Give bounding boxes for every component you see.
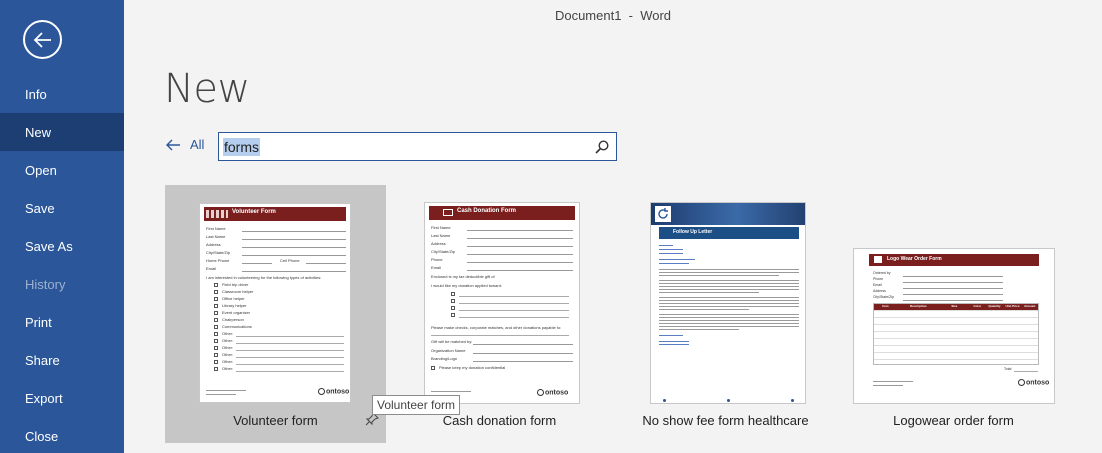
template-header-title: Volunteer Form xyxy=(232,209,276,215)
template-tooltip: Volunteer form xyxy=(372,395,461,415)
contoso-logo: ontoso xyxy=(318,388,349,395)
template-search-box xyxy=(218,132,617,161)
template-header-title: Follow Up Letter xyxy=(673,229,713,235)
template-card-no-show-fee-form-healthcare[interactable]: Follow Up Letter No show fee form health… xyxy=(615,185,836,443)
template-card-volunteer-form[interactable]: Volunteer Form First Name Last Name Addr… xyxy=(165,185,386,443)
nav-save[interactable]: Save xyxy=(0,189,124,227)
template-label: No show fee form healthcare xyxy=(642,413,809,428)
window-title-bar: Document1 - Word xyxy=(124,0,1102,30)
all-templates-link[interactable]: All xyxy=(165,137,204,152)
letter-header-bar: Follow Up Letter xyxy=(659,227,799,239)
nav-open[interactable]: Open xyxy=(0,151,124,189)
nav-history: History xyxy=(25,276,66,292)
template-header-bar: Logo Wear Order Form xyxy=(869,254,1039,266)
refresh-icon xyxy=(655,206,671,222)
back-arrow-icon xyxy=(33,31,51,48)
template-header-title: Cash Donation Form xyxy=(457,208,517,214)
window-title: Document1 - Word xyxy=(554,7,672,23)
contoso-logo: ontoso xyxy=(1018,379,1049,386)
template-thumbnail: Cash Donation Form First Name Last Name … xyxy=(424,202,580,404)
page-title: New xyxy=(164,66,250,112)
contoso-logo: ontoso xyxy=(537,389,568,396)
backstage-nav: Info New Open Save Save As History Print… xyxy=(0,75,124,453)
nav-print[interactable]: Print xyxy=(0,303,124,341)
nav-new[interactable]: New xyxy=(0,113,124,151)
template-thumbnail: Logo Wear Order Form Ordered by Phone Em… xyxy=(853,248,1055,404)
template-header-title: Logo Wear Order Form xyxy=(887,256,942,262)
nav-share[interactable]: Share xyxy=(0,341,124,379)
template-card-logowear-order-form[interactable]: Logo Wear Order Form Ordered by Phone Em… xyxy=(843,185,1064,443)
cash-icon xyxy=(443,209,453,216)
nav-save-as[interactable]: Save As xyxy=(0,227,124,265)
template-thumbnail: Volunteer Form First Name Last Name Addr… xyxy=(199,203,351,403)
back-button[interactable] xyxy=(23,20,62,59)
nav-export[interactable]: Export xyxy=(0,379,124,417)
medical-banner-image xyxy=(651,203,805,225)
nav-info[interactable]: Info xyxy=(0,75,124,113)
back-arrow-icon xyxy=(166,139,180,150)
tshirt-icon xyxy=(874,256,882,263)
template-header-bar: Volunteer Form xyxy=(204,207,346,221)
search-input[interactable] xyxy=(219,133,588,160)
order-table: Item Description Size Color Quantity Uni… xyxy=(873,303,1039,365)
all-templates-label: All xyxy=(190,137,205,152)
search-icon xyxy=(595,139,609,154)
nav-close[interactable]: Close xyxy=(0,417,124,453)
kids-banner-icon xyxy=(206,210,228,218)
search-button[interactable] xyxy=(588,133,616,160)
backstage-sidebar: Info New Open Save Save As History Print… xyxy=(0,0,124,453)
template-label: Cash donation form xyxy=(442,413,557,428)
template-label: Logowear order form xyxy=(893,413,1014,428)
template-thumbnail: Follow Up Letter xyxy=(650,202,806,404)
footer-dots xyxy=(651,399,805,403)
template-header-bar: Cash Donation Form xyxy=(429,206,575,220)
template-label: Volunteer form xyxy=(233,413,318,428)
